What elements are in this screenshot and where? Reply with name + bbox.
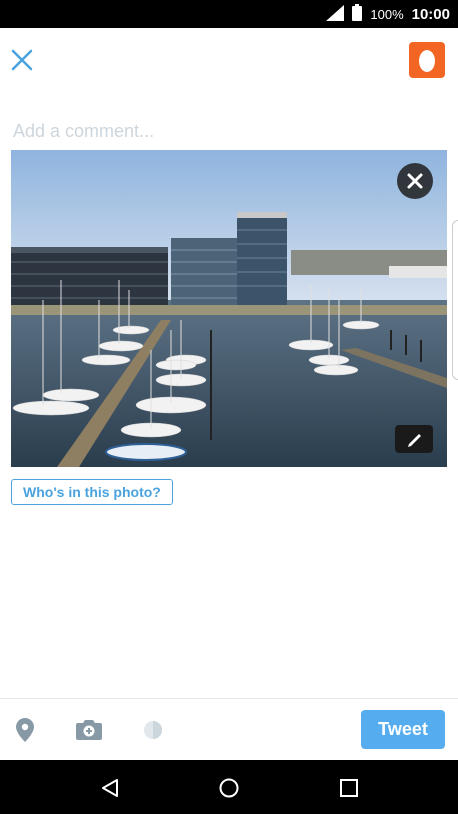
- signal-icon: [326, 4, 345, 24]
- status-bar: 100% 10:00: [0, 0, 458, 28]
- remove-photo-icon: [407, 173, 423, 189]
- camera-icon[interactable]: [76, 719, 102, 745]
- location-icon[interactable]: [16, 718, 34, 747]
- gif-icon[interactable]: [143, 720, 163, 745]
- close-button[interactable]: [10, 48, 34, 72]
- status-icons: 100% 10:00: [326, 0, 450, 28]
- edit-photo-button[interactable]: [395, 425, 433, 453]
- edit-photo-icon: [408, 434, 421, 447]
- battery-percent: 100%: [370, 6, 404, 22]
- clock: 10:00: [411, 5, 450, 23]
- egg-avatar-icon: [419, 50, 435, 72]
- battery-icon: [352, 4, 363, 24]
- tweet-button[interactable]: Tweet: [361, 710, 445, 749]
- navigation-bar: [0, 760, 458, 814]
- recents-icon[interactable]: [340, 779, 358, 802]
- attached-photo: [11, 150, 447, 467]
- back-icon[interactable]: [100, 778, 120, 803]
- remove-photo-button[interactable]: [397, 163, 433, 199]
- compose-header: [0, 28, 458, 92]
- tag-people-button[interactable]: Who's in this photo?: [11, 479, 173, 505]
- comment-input[interactable]: [11, 118, 445, 144]
- close-icon: [11, 49, 33, 71]
- avatar[interactable]: [409, 42, 445, 78]
- home-icon[interactable]: [219, 778, 239, 803]
- side-panel-handle[interactable]: [452, 220, 458, 380]
